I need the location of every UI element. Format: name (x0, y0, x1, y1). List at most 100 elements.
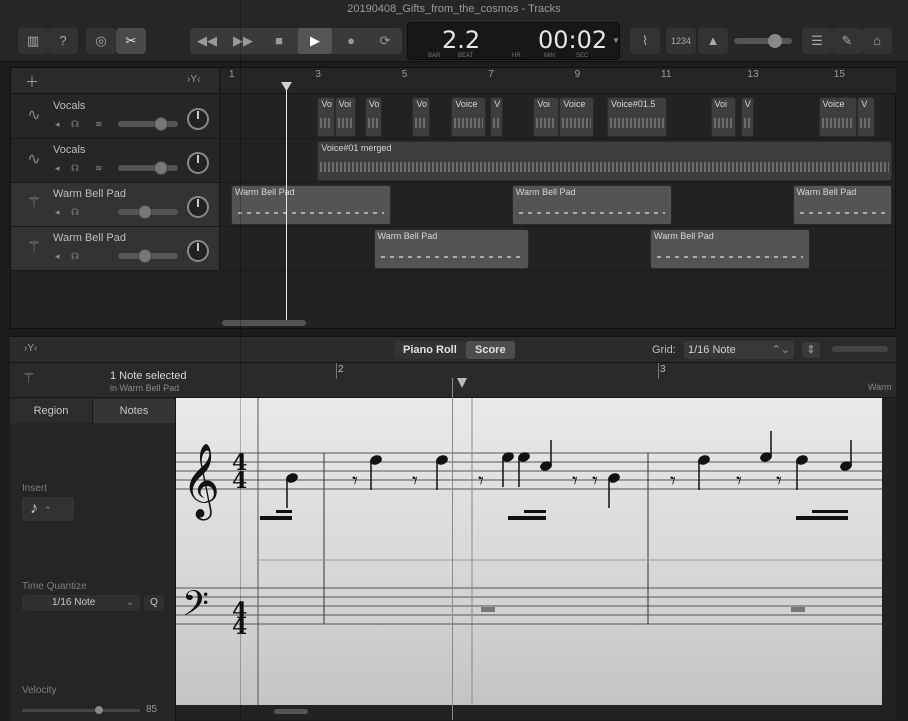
tuner-icon[interactable]: ⌇ (630, 28, 660, 54)
track-name[interactable]: Vocals (53, 144, 85, 156)
midi-region[interactable]: Warm Bell Pad (373, 229, 530, 269)
audio-region[interactable]: Voi (533, 97, 560, 137)
count-in-button[interactable]: 1234 (666, 28, 696, 54)
rewind-icon[interactable]: ◀◀ (190, 28, 224, 54)
midi-region[interactable]: Warm Bell Pad (650, 229, 810, 269)
track-lane[interactable]: Vo Voi Vo Vo Voice V Voi Voice Voice#01.5 Voi V Voi… (221, 95, 896, 139)
audio-region[interactable]: Voice#01 merged (317, 141, 892, 181)
audio-region[interactable]: Voice#01.5 (606, 97, 668, 137)
volume-fader-knob[interactable] (154, 117, 169, 131)
volume-fader[interactable] (118, 249, 178, 263)
tab-score[interactable]: Score (466, 341, 515, 359)
chevron-down-icon[interactable]: ▼ (612, 36, 620, 45)
velocity-slider[interactable] (22, 709, 140, 712)
library-icon[interactable]: ▥ (18, 28, 48, 54)
audio-region[interactable]: Vo (412, 97, 430, 137)
velocity-knob[interactable] (95, 706, 103, 714)
track-name[interactable]: Warm Bell Pad (53, 232, 126, 244)
audio-region[interactable]: Voi (710, 97, 737, 137)
pan-knob[interactable] (187, 108, 209, 130)
record-icon[interactable]: ● (334, 28, 368, 54)
score-scrollbar[interactable] (274, 709, 308, 714)
volume-fader-knob[interactable] (138, 249, 152, 263)
catch-icon[interactable]: ›Y‹ (24, 343, 37, 354)
mute-icon[interactable]: ◂ (55, 163, 60, 174)
cycle-icon[interactable]: ⟳ (368, 28, 402, 54)
track-lane[interactable]: Warm Bell Pad Warm Bell Pad (221, 227, 896, 271)
ruler-bar-number: 13 (747, 69, 759, 80)
smart-controls-icon[interactable]: ◎ (86, 28, 116, 54)
add-track-icon[interactable]: ＋ (25, 72, 39, 92)
midi-region[interactable]: Warm Bell Pad (231, 185, 391, 225)
headphones-icon[interactable]: ☊ (71, 207, 79, 218)
volume-fader-knob[interactable] (138, 205, 152, 219)
vertical-zoom-icon[interactable]: ⇕ (802, 342, 820, 358)
browser-icon[interactable]: ⌂ (862, 28, 892, 54)
headphones-icon[interactable]: ☊ (71, 251, 79, 262)
track-header[interactable]: ⚚ Warm Bell Pad ◂ ☊ (11, 227, 220, 271)
velocity-label: Velocity (22, 685, 57, 696)
audio-region[interactable]: V (490, 97, 504, 137)
track-header[interactable]: ∿ Vocals ◂ ☊ ≋ (11, 139, 220, 183)
lcd-display[interactable]: 2.2 BAR BEAT 00:02 HR MIN SEC (407, 22, 620, 60)
master-volume-knob[interactable] (768, 34, 782, 48)
audio-region[interactable]: Vo (317, 97, 335, 137)
track-lane[interactable]: Voice#01 merged (221, 139, 896, 183)
fast-forward-icon[interactable]: ▶▶ (226, 28, 260, 54)
score-page[interactable]: 𝄞 𝄢 4 4 4 4 𝄾 𝄾 𝄾 𝄾 𝄾 𝄾 𝄾 𝄾 (176, 398, 882, 705)
time-quantize-select[interactable]: 1/16 Note ⌄ (22, 595, 140, 611)
volume-fader-knob[interactable] (154, 161, 169, 175)
volume-fader[interactable] (118, 205, 178, 219)
help-icon[interactable]: ? (48, 28, 78, 54)
track-header[interactable]: ∿ Vocals ◂ ☊ ≋ (11, 95, 220, 139)
tab-piano-roll[interactable]: Piano Roll (394, 341, 466, 359)
input-monitor-icon[interactable]: ≋ (95, 163, 103, 174)
tab-notes[interactable]: Notes (93, 399, 176, 423)
track-lane[interactable]: Warm Bell Pad Warm Bell Pad Warm Bell Pad (221, 183, 896, 227)
note-pad-icon[interactable]: ✎ (832, 28, 862, 54)
track-name[interactable]: Warm Bell Pad (53, 188, 126, 200)
track-header[interactable]: ⚚ Warm Bell Pad ◂ ☊ (11, 183, 220, 227)
time-quantize-label: Time Quantize (22, 581, 87, 592)
mute-icon[interactable]: ◂ (55, 207, 60, 218)
mute-icon[interactable]: ◂ (55, 119, 60, 130)
playhead[interactable] (286, 86, 287, 320)
score-playhead[interactable] (452, 378, 453, 720)
insert-note-button[interactable]: ♪ ⌃ (22, 497, 74, 521)
headphones-icon[interactable]: ☊ (71, 163, 79, 174)
grid-select[interactable]: 1/16 Note ⌃⌄ (684, 341, 794, 359)
pan-knob[interactable] (187, 240, 209, 262)
track-name[interactable]: Vocals (53, 100, 85, 112)
zoom-slider[interactable] (832, 346, 888, 352)
waveform (337, 118, 354, 128)
master-volume-slider[interactable] (734, 34, 792, 48)
score-notation[interactable]: 𝄞𝄢4444𝄾 𝄾 𝄾 𝄾 𝄾 𝄾 𝄾 𝄾 (176, 398, 882, 705)
volume-fader[interactable] (118, 117, 178, 131)
metronome-icon[interactable]: ▲ (698, 28, 728, 54)
pan-knob[interactable] (187, 152, 209, 174)
audio-region[interactable]: Voice (451, 97, 486, 137)
tab-region[interactable]: Region (10, 399, 93, 423)
audio-region[interactable]: Voice (818, 97, 858, 137)
headphones-icon[interactable]: ☊ (71, 119, 79, 130)
midi-region[interactable]: Warm Bell Pad (792, 185, 892, 225)
midi-region[interactable]: Warm Bell Pad (511, 185, 672, 225)
score-ruler[interactable]: 2 3 Warm (258, 363, 896, 398)
audio-region[interactable]: Voi (334, 97, 357, 137)
audio-region[interactable]: V (857, 97, 875, 137)
input-monitor-icon[interactable]: ≋ (95, 119, 103, 130)
audio-region[interactable]: Vo (364, 97, 383, 137)
play-icon[interactable]: ▶ (298, 28, 332, 54)
tracks-scrollbar[interactable] (222, 320, 306, 326)
pan-knob[interactable] (187, 196, 209, 218)
scissors-icon[interactable]: ✂ (116, 28, 146, 54)
stop-icon[interactable]: ■ (262, 28, 296, 54)
audio-region[interactable]: V (740, 97, 754, 137)
bar-ruler[interactable]: 1 3 5 7 9 11 13 15 (221, 68, 896, 94)
catch-icon[interactable]: ›Y‹ (187, 74, 200, 85)
list-editor-icon[interactable]: ☰ (802, 28, 832, 54)
quantize-button[interactable]: Q (144, 595, 164, 611)
audio-region[interactable]: Voice (559, 97, 594, 137)
mute-icon[interactable]: ◂ (55, 251, 60, 262)
volume-fader[interactable] (118, 161, 178, 175)
